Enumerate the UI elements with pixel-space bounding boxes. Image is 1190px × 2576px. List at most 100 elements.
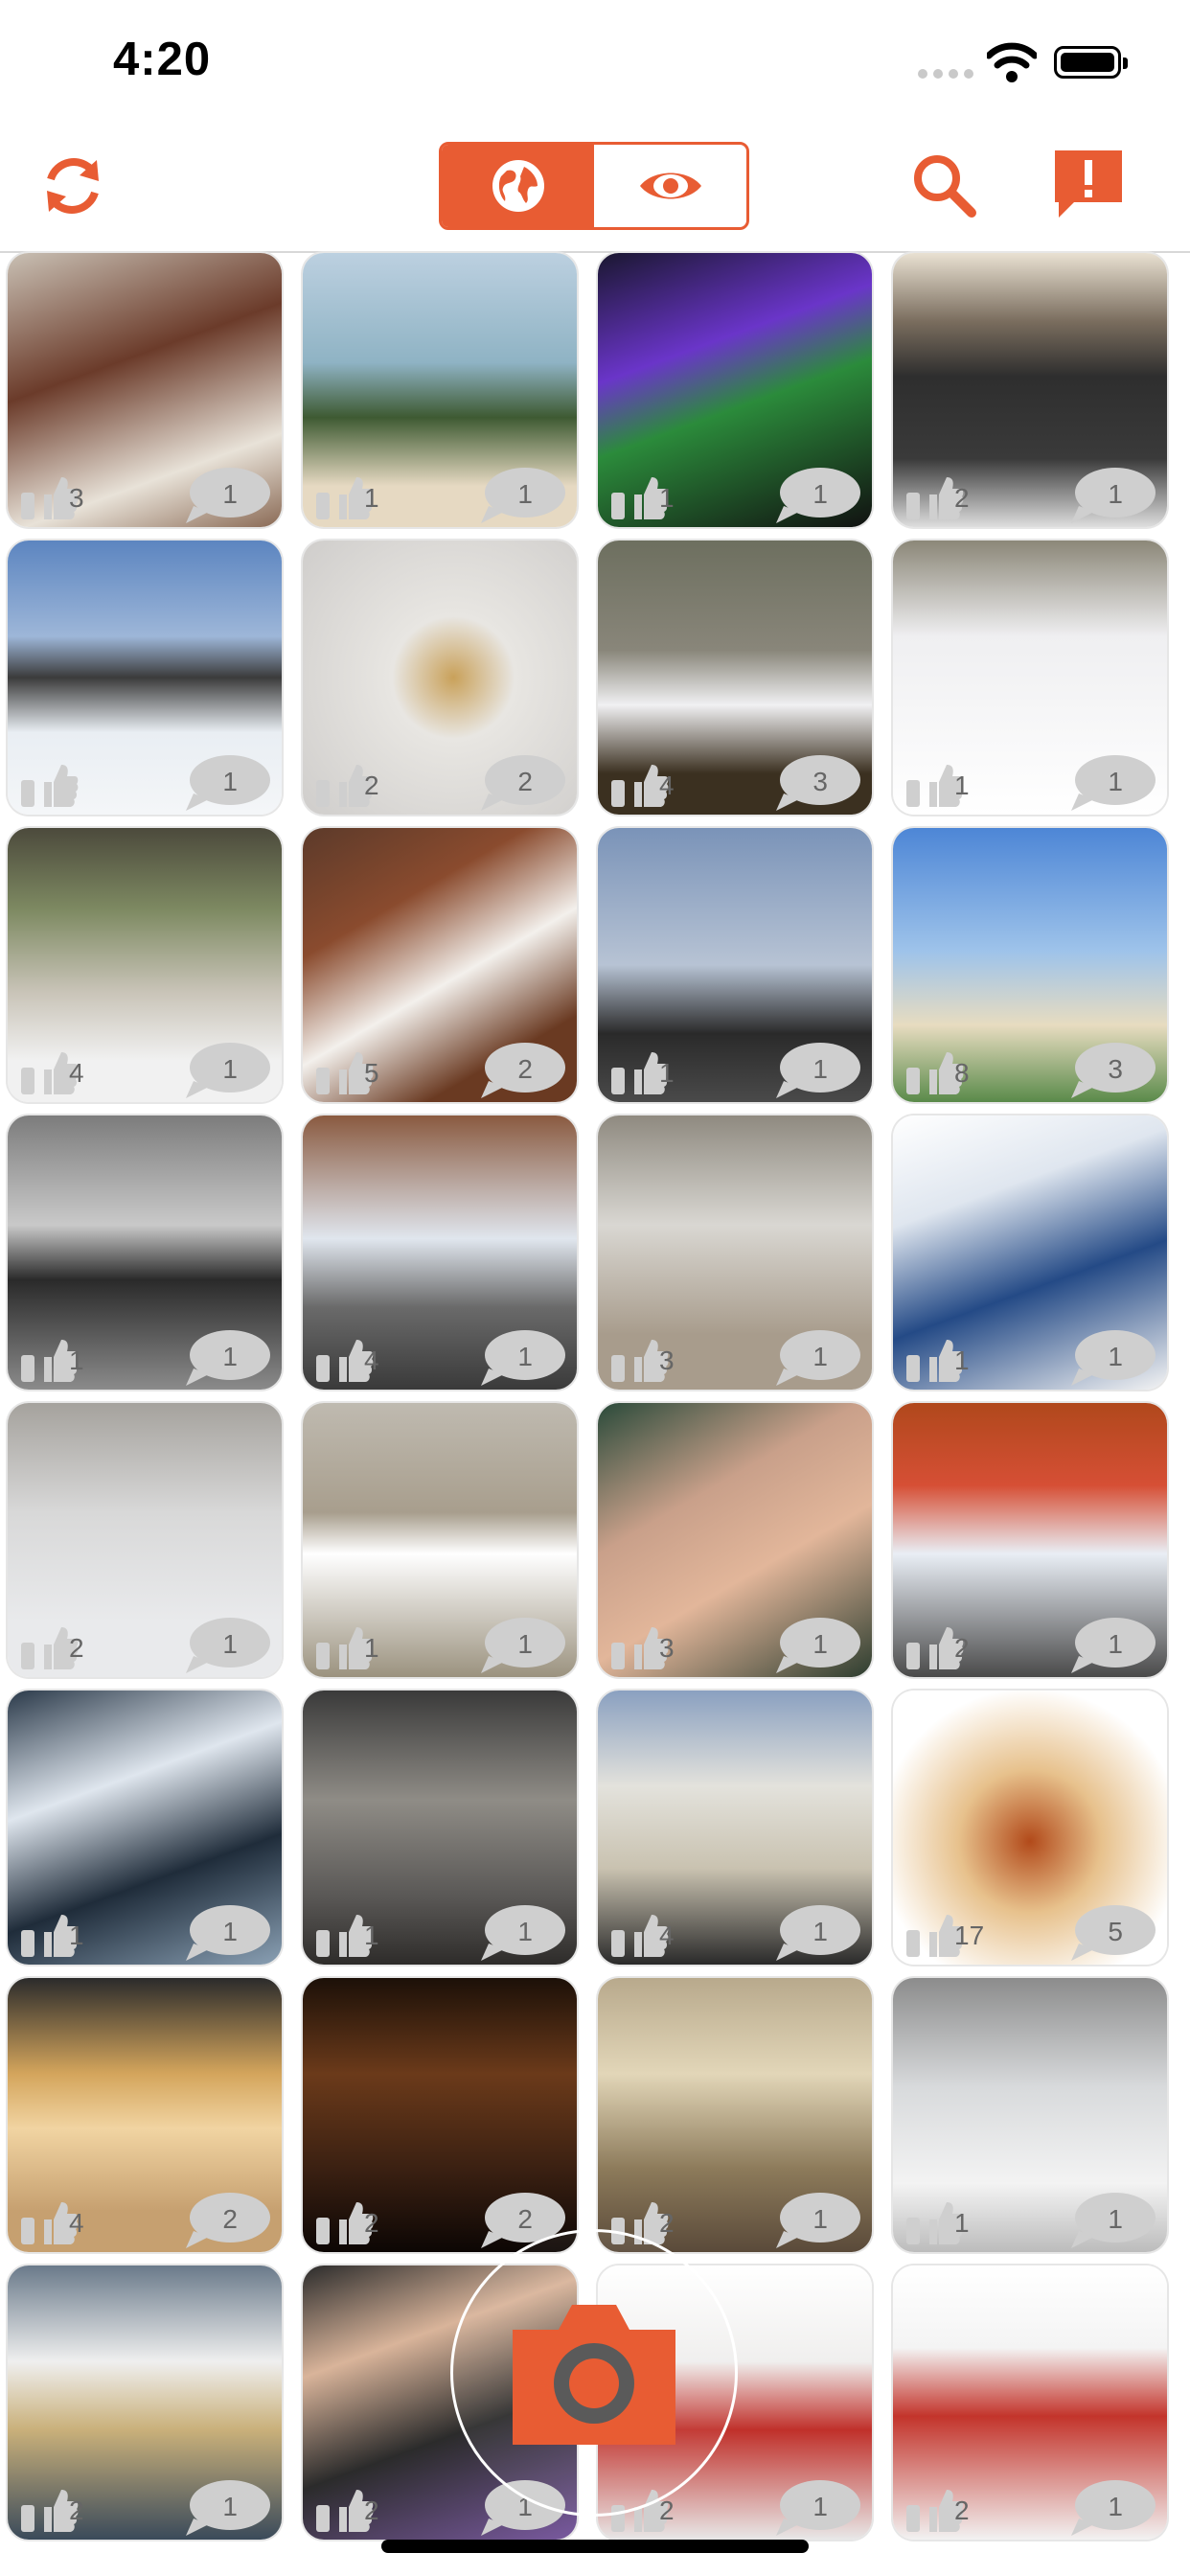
photo-tile[interactable]: 41 — [598, 1690, 872, 1965]
photo-tile[interactable]: 21 — [893, 2266, 1167, 2540]
like-badge[interactable]: 1 — [607, 460, 699, 527]
like-badge[interactable]: 17 — [903, 1898, 995, 1965]
report-button[interactable] — [1048, 144, 1129, 224]
photo-tile[interactable]: 11 — [303, 253, 577, 527]
comment-badge[interactable]: 1 — [774, 1610, 866, 1677]
like-badge[interactable]: 5 — [312, 1035, 404, 1102]
comment-badge[interactable]: 1 — [184, 1610, 276, 1677]
like-badge[interactable]: 4 — [607, 1898, 699, 1965]
comment-badge[interactable]: 1 — [479, 1322, 571, 1390]
photo-tile[interactable]: 31 — [8, 253, 282, 527]
refresh-button[interactable] — [33, 146, 113, 226]
comment-badge[interactable]: 1 — [1069, 1322, 1161, 1390]
like-badge[interactable]: 1 — [312, 460, 404, 527]
like-badge[interactable]: 4 — [312, 1322, 404, 1390]
comment-badge[interactable]: 1 — [184, 1035, 276, 1102]
like-badge[interactable]: 1 — [312, 1610, 404, 1677]
like-badge[interactable]: 1 — [312, 1898, 404, 1965]
like-badge[interactable]: 1 — [903, 1322, 995, 1390]
photo-tile[interactable]: 21 — [8, 1403, 282, 1677]
like-badge[interactable]: 2 — [312, 748, 404, 815]
comment-badge[interactable]: 1 — [1069, 2472, 1161, 2540]
like-bar — [906, 2505, 920, 2532]
search-button[interactable] — [904, 146, 985, 226]
photo-tile[interactable]: 22 — [303, 1978, 577, 2252]
comment-badge[interactable]: 1 — [184, 1898, 276, 1965]
like-badge[interactable]: 3 — [607, 1322, 699, 1390]
photo-tile[interactable]: 31 — [598, 1116, 872, 1390]
photo-tile[interactable]: 83 — [893, 828, 1167, 1102]
comment-badge[interactable]: 1 — [184, 2472, 276, 2540]
comment-badge[interactable]: 3 — [1069, 1035, 1161, 1102]
comment-badge[interactable]: 1 — [479, 1610, 571, 1677]
photo-tile[interactable]: 21 — [893, 253, 1167, 527]
comment-badge[interactable]: 1 — [184, 1322, 276, 1390]
photo-tile[interactable]: 21 — [893, 1403, 1167, 1677]
like-badge[interactable]: 8 — [903, 1035, 995, 1102]
like-bar — [21, 1930, 34, 1957]
comment-badge[interactable]: 1 — [479, 460, 571, 527]
like-badge[interactable]: 2 — [903, 460, 995, 527]
like-badge[interactable]: 2 — [17, 1610, 109, 1677]
photo-tile[interactable]: 11 — [893, 540, 1167, 815]
comment-badge[interactable]: 1 — [184, 748, 276, 815]
photo-tile[interactable]: 41 — [8, 828, 282, 1102]
comment-badge[interactable]: 2 — [479, 748, 571, 815]
photo-tile[interactable]: 42 — [8, 1978, 282, 2252]
photo-tile[interactable]: 21 — [598, 1978, 872, 2252]
photo-tile[interactable]: 52 — [303, 828, 577, 1102]
comment-badge[interactable]: 1 — [774, 1898, 866, 1965]
comment-badge[interactable]: 1 — [184, 460, 276, 527]
like-badge[interactable]: 2 — [312, 2185, 404, 2252]
photo-tile[interactable]: 11 — [598, 828, 872, 1102]
photo-tile[interactable]: 11 — [893, 1978, 1167, 2252]
like-badge[interactable]: 4 — [607, 748, 699, 815]
globe-segment[interactable] — [442, 145, 594, 227]
eye-segment[interactable] — [594, 145, 746, 227]
comment-badge[interactable]: 1 — [774, 1322, 866, 1390]
comment-badge[interactable]: 1 — [479, 1898, 571, 1965]
camera-button[interactable] — [450, 2229, 738, 2517]
comment-count: 1 — [517, 1629, 533, 1659]
photo-tile[interactable]: 41 — [303, 1116, 577, 1390]
like-badge[interactable]: 3 — [607, 1610, 699, 1677]
photo-tile[interactable]: 11 — [303, 1690, 577, 1965]
like-badge[interactable]: 1 — [903, 2185, 995, 2252]
like-badge[interactable]: 1 — [17, 1322, 109, 1390]
comment-badge[interactable]: 1 — [1069, 460, 1161, 527]
like-badge[interactable]: 2 — [17, 2472, 109, 2540]
photo-tile[interactable]: 11 — [303, 1403, 577, 1677]
photo-tile[interactable]: 21 — [8, 2266, 282, 2540]
photo-tile[interactable]: 11 — [893, 1116, 1167, 1390]
photo-tile[interactable]: 11 — [8, 1690, 282, 1965]
comment-badge[interactable]: 1 — [1069, 1610, 1161, 1677]
comment-badge[interactable]: 1 — [1069, 2185, 1161, 2252]
like-badge[interactable]: 1 — [17, 1898, 109, 1965]
like-badge[interactable]: 2 — [903, 1610, 995, 1677]
comment-badge[interactable]: 1 — [774, 2185, 866, 2252]
photo-tile[interactable]: 22 — [303, 540, 577, 815]
comment-badge[interactable]: 1 — [774, 460, 866, 527]
photo-tile[interactable]: 17 5 — [893, 1690, 1167, 1965]
like-badge[interactable]: 3 — [17, 460, 109, 527]
like-badge[interactable]: 1 — [607, 1035, 699, 1102]
like-badge[interactable]: 2 — [312, 2472, 404, 2540]
like-badge[interactable]: 2 — [903, 2472, 995, 2540]
comment-count: 1 — [1108, 2204, 1123, 2234]
like-badge[interactable]: 1 — [903, 748, 995, 815]
like-badge[interactable] — [17, 748, 109, 815]
photo-tile[interactable]: 43 — [598, 540, 872, 815]
comment-badge[interactable]: 5 — [1069, 1898, 1161, 1965]
comment-badge[interactable]: 1 — [774, 2472, 866, 2540]
like-badge[interactable]: 4 — [17, 1035, 109, 1102]
comment-badge[interactable]: 1 — [774, 1035, 866, 1102]
photo-tile[interactable]: 1 — [8, 540, 282, 815]
comment-badge[interactable]: 2 — [184, 2185, 276, 2252]
photo-tile[interactable]: 31 — [598, 1403, 872, 1677]
comment-badge[interactable]: 1 — [1069, 748, 1161, 815]
like-badge[interactable]: 4 — [17, 2185, 109, 2252]
photo-tile[interactable]: 11 — [598, 253, 872, 527]
photo-tile[interactable]: 11 — [8, 1116, 282, 1390]
comment-badge[interactable]: 3 — [774, 748, 866, 815]
comment-badge[interactable]: 2 — [479, 1035, 571, 1102]
